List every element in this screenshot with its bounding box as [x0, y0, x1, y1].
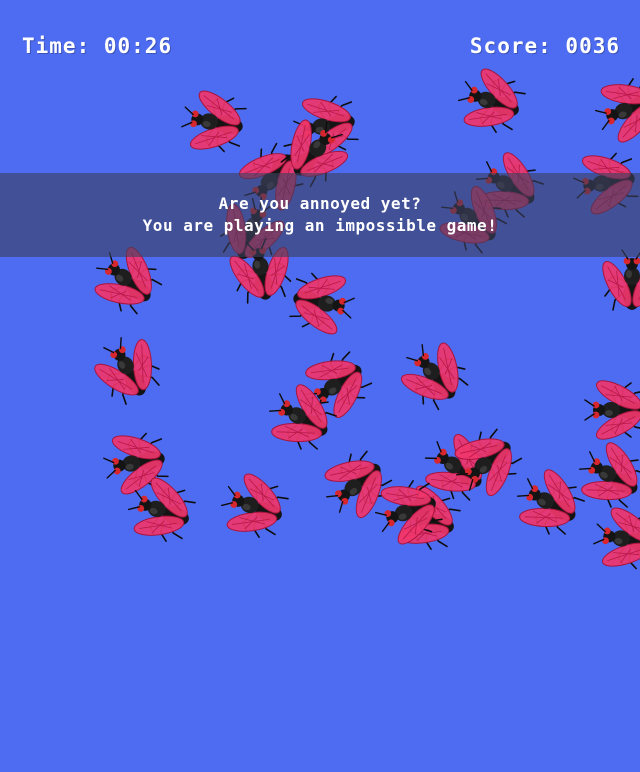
message-line-2: You are playing an impossible game!: [142, 216, 498, 235]
game-stage[interactable]: Time: 00:26 Score: 0036 Are you annoyed …: [0, 0, 640, 772]
message-banner: Are you annoyed yet? You are playing an …: [0, 173, 640, 257]
time-value: 00:26: [103, 34, 173, 58]
score-value: 0036: [565, 34, 620, 58]
time-label: Time:: [22, 34, 91, 58]
message-line-1: Are you annoyed yet?: [218, 194, 422, 213]
time-display: Time: 00:26: [22, 34, 172, 58]
